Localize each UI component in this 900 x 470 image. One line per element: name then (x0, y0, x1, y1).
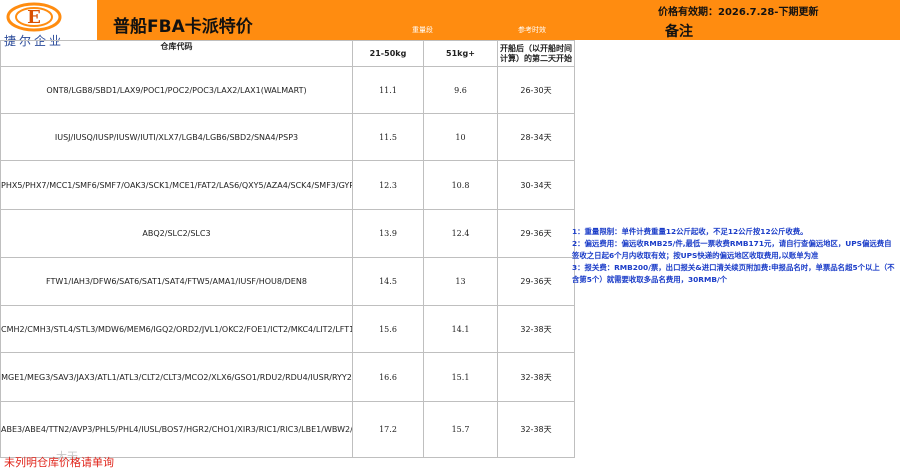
transit-time: 28-34天 (497, 113, 575, 161)
warehouse-codes: IUSJ/IUSQ/IUSP/IUSW/IUTI/XLX7/LGB4/LGB6/… (0, 113, 353, 161)
col-time: 开船后（以开船时间计算）的第二天开始 (497, 40, 575, 67)
warehouse-codes: FTW1/IAH3/DFW6/SAT6/SAT1/SAT4/FTW5/AMA1/… (0, 257, 353, 306)
table-row: IUSJ/IUSQ/IUSP/IUSW/IUTI/XLX7/LGB4/LGB6/… (0, 113, 575, 161)
price-21-50kg: 12.3 (352, 160, 424, 210)
warehouse-codes: ABE3/ABE4/TTN2/AVP3/PHL5/PHL4/IUSL/BOS7/… (0, 401, 353, 458)
weight-group-header: 重量段 (412, 26, 433, 34)
price-21-50kg: 15.6 (352, 305, 424, 353)
price-21-50kg: 17.2 (352, 401, 424, 458)
footer-note: 未列明仓库价格请单询 (4, 456, 114, 469)
price-51kg-plus: 10 (423, 113, 498, 161)
table-row: CMH2/CMH3/STL4/STL3/MDW6/MEM6/IGQ2/ORD2/… (0, 305, 575, 353)
table-row: PHX5/PHX7/MCC1/SMF6/SMF7/OAK3/SCK1/MCE1/… (0, 160, 575, 210)
price-validity: 价格有效期：2026.7.28-下期更新 (658, 7, 819, 18)
price-51kg-plus: 13 (423, 257, 498, 306)
warehouse-codes: PHX5/PHX7/MCC1/SMF6/SMF7/OAK3/SCK1/MCE1/… (0, 160, 353, 210)
transit-time: 29-36天 (497, 257, 575, 306)
time-group-header: 参考时效 (518, 26, 546, 34)
table-row: MGE1/MEG3/SAV3/JAX3/ATL1/ATL3/CLT2/CLT3/… (0, 352, 575, 402)
note-remote-fee: 2：偏远费用：偏远收RMB25/件,最低一票收费RMB171元，请自行查偏远地区… (572, 239, 892, 260)
price-21-50kg: 13.9 (352, 209, 424, 258)
table-row: ABQ2/SLC2/SLC3 13.9 12.4 29-36天 (0, 209, 575, 258)
remarks-header: 备注 (665, 24, 693, 40)
price-21-50kg: 14.5 (352, 257, 424, 306)
transit-time: 29-36天 (497, 209, 575, 258)
logo-mark-icon: E (6, 2, 62, 32)
transit-time: 26-30天 (497, 66, 575, 114)
price-51kg-plus: 15.1 (423, 352, 498, 402)
page-title: 普船FBA卡派特价 (113, 17, 253, 37)
price-21-50kg: 11.1 (352, 66, 424, 114)
remarks-notes: 1：重量限制：单件计费重量12公斤起收，不足12公斤按12公斤收费。 2：偏远费… (572, 226, 898, 286)
transit-time: 32-38天 (497, 305, 575, 353)
transit-time: 32-38天 (497, 352, 575, 402)
col-weight-2: 51kg+ (423, 40, 498, 67)
price-51kg-plus: 10.8 (423, 160, 498, 210)
col-weight-1: 21-50kg (352, 40, 424, 67)
transit-time: 30-34天 (497, 160, 575, 210)
warehouse-codes: CMH2/CMH3/STL4/STL3/MDW6/MEM6/IGQ2/ORD2/… (0, 305, 353, 353)
transit-time: 32-38天 (497, 401, 575, 458)
note-customs-fee: 3：报关费：RMB200/票，出口报关&进口清关续页附加费:申报品名时，单票品名… (572, 263, 895, 284)
price-51kg-plus: 14.1 (423, 305, 498, 353)
logo-letter: E (27, 7, 41, 28)
price-51kg-plus: 12.4 (423, 209, 498, 258)
price-51kg-plus: 15.7 (423, 401, 498, 458)
price-21-50kg: 16.6 (352, 352, 424, 402)
price-table: 仓库代码 21-50kg 51kg+ 开船后（以开船时间计算）的第二天开始 ON… (0, 40, 575, 458)
warehouse-codes: ABQ2/SLC2/SLC3 (0, 209, 353, 258)
price-21-50kg: 11.5 (352, 113, 424, 161)
note-weight-limit: 1：重量限制：单件计费重量12公斤起收，不足12公斤按12公斤收费。 (572, 227, 808, 236)
warehouse-codes: ONT8/LGB8/SBD1/LAX9/POC1/POC2/POC3/LAX2/… (0, 66, 353, 114)
table-row: ONT8/LGB8/SBD1/LAX9/POC1/POC2/POC3/LAX2/… (0, 66, 575, 114)
price-51kg-plus: 9.6 (423, 66, 498, 114)
table-row: ABE3/ABE4/TTN2/AVP3/PHL5/PHL4/IUSL/BOS7/… (0, 401, 575, 458)
table-row: FTW1/IAH3/DFW6/SAT6/SAT1/SAT4/FTW5/AMA1/… (0, 257, 575, 306)
table-header-row: 仓库代码 21-50kg 51kg+ 开船后（以开船时间计算）的第二天开始 (0, 40, 575, 67)
warehouse-codes: MGE1/MEG3/SAV3/JAX3/ATL1/ATL3/CLT2/CLT3/… (0, 352, 353, 402)
col-warehouse: 仓库代码 (0, 40, 353, 67)
